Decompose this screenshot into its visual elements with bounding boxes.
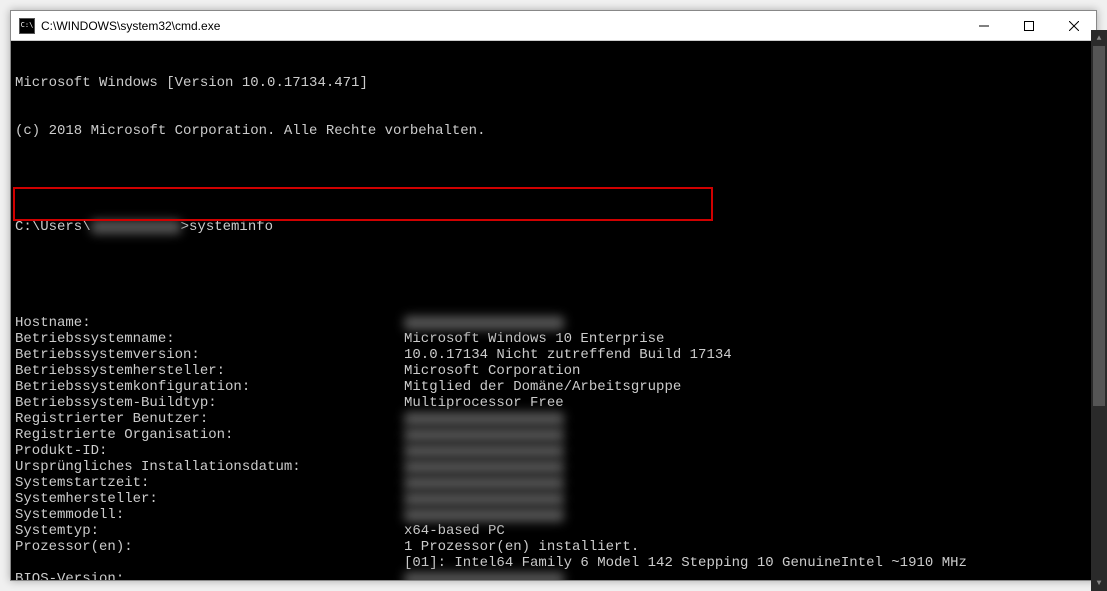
prompt-line: C:\Users\>systeminfo — [15, 219, 1092, 235]
minimize-button[interactable] — [961, 11, 1006, 41]
redacted-text — [404, 316, 564, 330]
info-key: Betriebssystem-Buildtyp: — [15, 395, 404, 411]
info-line: BIOS-Version: — [15, 571, 1092, 580]
info-key: Registrierte Organisation: — [15, 427, 404, 443]
info-line: Hostname: — [15, 315, 1092, 331]
info-line: Registrierter Benutzer: — [15, 411, 1092, 427]
info-line: Betriebssystemname:Microsoft Windows 10 … — [15, 331, 1092, 347]
redacted-text — [404, 460, 564, 474]
info-value: Multiprocessor Free — [404, 395, 1092, 411]
info-key: Systemstartzeit: — [15, 475, 404, 491]
info-value: Microsoft Corporation — [404, 363, 1092, 379]
window-title: C:\WINDOWS\system32\cmd.exe — [41, 19, 961, 33]
info-line: Systemhersteller: — [15, 491, 1092, 507]
info-key: Betriebssystemkonfiguration: — [15, 379, 404, 395]
console-line: (c) 2018 Microsoft Corporation. Alle Rec… — [15, 123, 1092, 139]
info-line: Systemstartzeit: — [15, 475, 1092, 491]
scrollbar[interactable]: ▲ ▼ — [1091, 30, 1107, 591]
info-key: Systemmodell: — [15, 507, 404, 523]
info-line: Systemtyp:x64-based PC — [15, 523, 1092, 539]
redacted-text — [404, 428, 564, 442]
console-line: Microsoft Windows [Version 10.0.17134.47… — [15, 75, 1092, 91]
info-line: [01]: Intel64 Family 6 Model 142 Steppin… — [15, 555, 1092, 571]
info-line: Betriebssystemhersteller:Microsoft Corpo… — [15, 363, 1092, 379]
scrollbar-thumb[interactable] — [1093, 46, 1105, 406]
info-line: Produkt-ID: — [15, 443, 1092, 459]
info-value: Mitglied der Domäne/Arbeitsgruppe — [404, 379, 1092, 395]
info-key: BIOS-Version: — [15, 571, 404, 580]
console-area[interactable]: Microsoft Windows [Version 10.0.17134.47… — [11, 41, 1096, 580]
highlight-box — [13, 187, 713, 221]
info-key: Produkt-ID: — [15, 443, 404, 459]
scrollbar-down-icon[interactable]: ▼ — [1091, 575, 1107, 591]
redacted-text — [404, 572, 564, 580]
redacted-text — [91, 220, 181, 234]
info-key: Ursprüngliches Installationsdatum: — [15, 459, 404, 475]
info-key: Prozessor(en): — [15, 539, 404, 555]
close-button[interactable] — [1051, 11, 1096, 41]
info-line: Betriebssystemkonfiguration:Mitglied der… — [15, 379, 1092, 395]
cmd-window: C:\ C:\WINDOWS\system32\cmd.exe Microsof… — [10, 10, 1097, 581]
redacted-text — [404, 492, 564, 506]
redacted-text — [404, 444, 564, 458]
info-value: 10.0.17134 Nicht zutreffend Build 17134 — [404, 347, 1092, 363]
info-value: x64-based PC — [404, 523, 1092, 539]
titlebar[interactable]: C:\ C:\WINDOWS\system32\cmd.exe — [11, 11, 1096, 41]
info-key: Betriebssystemname: — [15, 331, 404, 347]
info-key: Registrierter Benutzer: — [15, 411, 404, 427]
redacted-text — [404, 508, 564, 522]
console-line — [15, 171, 1092, 187]
info-line: Prozessor(en):1 Prozessor(en) installier… — [15, 539, 1092, 555]
info-key: Systemtyp: — [15, 523, 404, 539]
info-key: Hostname: — [15, 315, 404, 331]
info-key: Systemhersteller: — [15, 491, 404, 507]
console-line — [15, 267, 1092, 283]
cmd-icon: C:\ — [19, 18, 35, 34]
info-line: Systemmodell: — [15, 507, 1092, 523]
redacted-text — [404, 476, 564, 490]
info-line: Betriebssystem-Buildtyp:Multiprocessor F… — [15, 395, 1092, 411]
info-line: Betriebssystemversion:10.0.17134 Nicht z… — [15, 347, 1092, 363]
scrollbar-up-icon[interactable]: ▲ — [1091, 30, 1107, 46]
info-value: 1 Prozessor(en) installiert. — [404, 539, 1092, 555]
maximize-button[interactable] — [1006, 11, 1051, 41]
info-key: Betriebssystemversion: — [15, 347, 404, 363]
info-line: Registrierte Organisation: — [15, 427, 1092, 443]
redacted-text — [404, 412, 564, 426]
info-key: Betriebssystemhersteller: — [15, 363, 404, 379]
info-value: Microsoft Windows 10 Enterprise — [404, 331, 1092, 347]
info-line: Ursprüngliches Installationsdatum: — [15, 459, 1092, 475]
info-value: [01]: Intel64 Family 6 Model 142 Steppin… — [15, 555, 967, 571]
